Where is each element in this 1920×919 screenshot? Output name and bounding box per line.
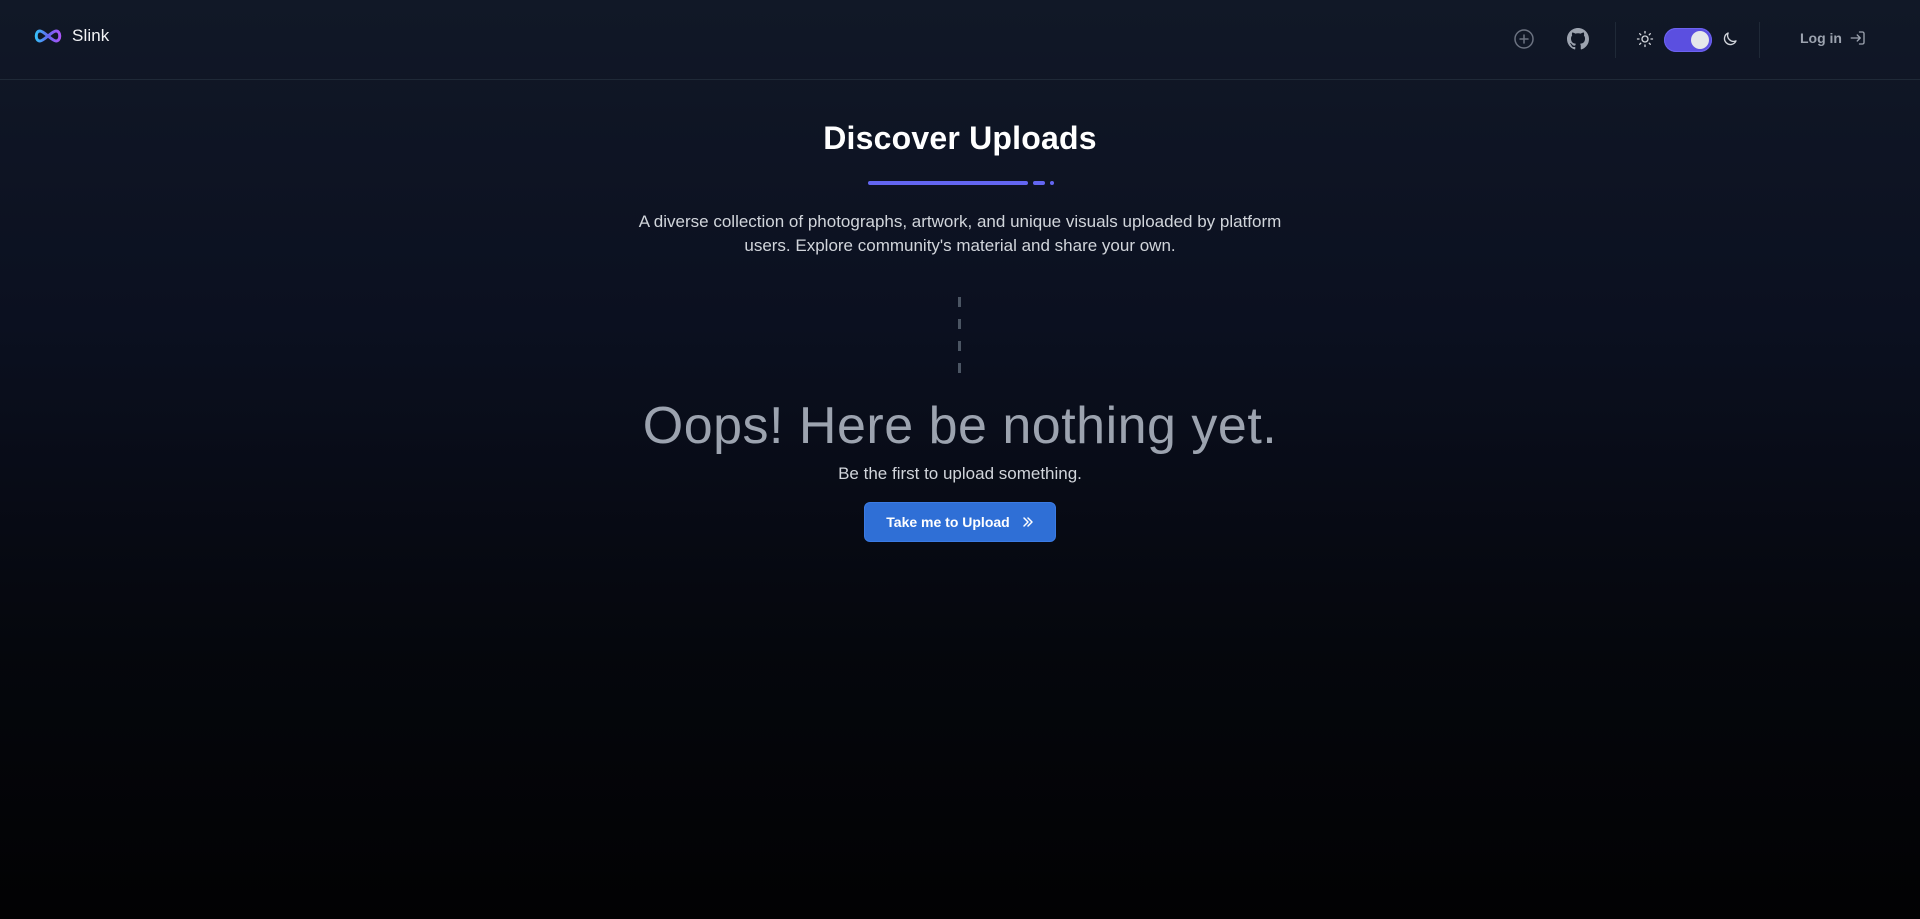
title-underline [868,181,1054,185]
page-description: A diverse collection of photographs, art… [638,212,1282,255]
top-navbar: Slink Log in [0,0,1920,80]
page-title: Discover Uploads [823,120,1097,156]
empty-state-subtitle: Be the first to upload something. [838,464,1082,483]
empty-state-title: Oops! Here be nothing yet. [642,397,1278,455]
toggle-knob [1691,31,1709,49]
dashed-divider [958,297,961,383]
login-arrow-icon [1850,31,1865,45]
moon-icon [1720,29,1740,49]
github-icon[interactable] [1567,28,1589,50]
upload-plus-icon[interactable] [1513,28,1535,50]
login-label: Log in [1800,30,1842,46]
nav-divider [1615,22,1616,58]
nav-divider [1759,22,1760,58]
login-button[interactable]: Log in [1800,29,1868,47]
cta-label: Take me to Upload [886,514,1010,530]
brand-name: Slink [72,26,110,45]
theme-toggle[interactable] [1664,28,1712,52]
upload-cta-button[interactable]: Take me to Upload [864,502,1056,542]
sun-icon [1635,29,1655,49]
brand-home-link[interactable]: Slink [32,26,109,46]
infinity-logo-icon [34,29,62,43]
double-chevron-right-icon [1022,517,1033,527]
